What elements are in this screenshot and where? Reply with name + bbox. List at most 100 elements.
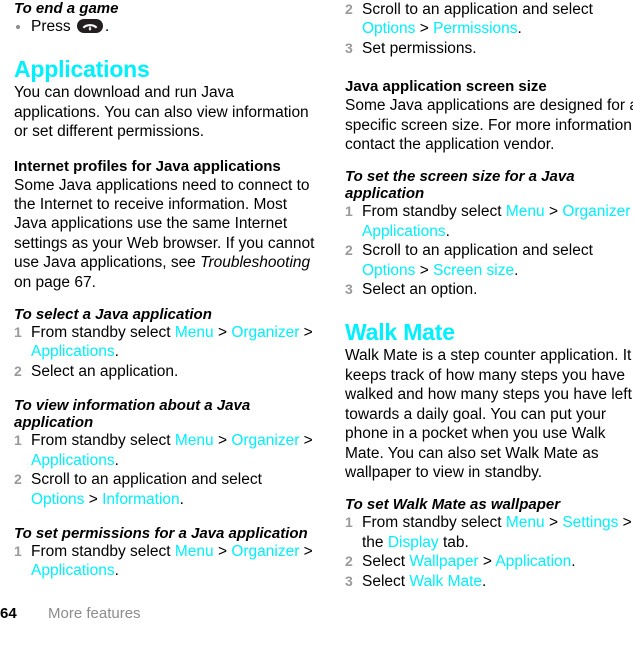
step-text-pre: From standby select [362,203,506,221]
list-item: Select an option. [345,280,633,300]
heading-to-view-information-about-a-java-application: To view information about a Java applica… [14,397,251,432]
list-item: From standby select Menu > Organizer > A… [14,542,317,581]
step-text-pre: Scroll to an application and select [362,242,593,260]
menu-path-item[interactable]: Walk Mate [409,573,482,590]
menu-path-item[interactable]: Applications [31,452,115,469]
path-separator: > [299,542,313,560]
step-text-post: . [482,572,487,590]
step-text-post: . [114,562,119,580]
step-text-pre: From standby select [31,324,175,342]
step-text-pre: Select an option. [362,281,478,299]
list-item: From standby select Menu > Organizer > A… [14,431,317,470]
path-separator: > [415,20,434,38]
menu-path-item[interactable]: Applications [362,223,446,240]
steps-set-java-permissions: From standby select Menu > Organizer > A… [14,542,317,581]
menu-path-item[interactable]: Options [362,20,415,37]
list-item: Press . [14,17,317,36]
menu-path-item[interactable]: Options [31,491,84,508]
path-separator: > [213,432,232,450]
list-item: From standby select Menu > Settings > th… [345,513,633,552]
end-game-bullet-list: Press . [14,17,317,36]
step-text-post: . [517,20,522,38]
path-separator: > [213,542,232,560]
list-item: From standby select Menu > Organizer > A… [14,323,317,362]
menu-path-item[interactable]: Menu [175,432,214,449]
step-text-pre: Select an application. [31,362,179,380]
walk-mate-intro-paragraph: Walk Mate is a step counter application.… [345,347,632,481]
menu-path-item[interactable]: Settings [562,514,618,531]
cross-reference-troubleshooting: Troubleshooting [200,254,311,272]
list-item: Scroll to an application and select Opti… [345,0,633,39]
path-separator: > [415,261,434,279]
heading-to-select-a-java-application: To select a Java application [14,306,212,324]
step-text-post: . [445,222,450,240]
list-item: Select Wallpaper > Application. [345,552,633,572]
menu-path-item[interactable]: Organizer [231,432,299,449]
list-item: From standby select Menu > Organizer > A… [345,202,633,241]
step-text-pre: From standby select [362,514,506,532]
menu-path-item[interactable]: Organizer [231,543,299,560]
menu-path-item[interactable]: Menu [506,514,545,531]
bullet-text-press: Press [31,18,71,35]
step-text-pre: Select [362,553,410,571]
path-separator: > [299,324,313,342]
path-separator: > [544,514,563,532]
list-item: Scroll to an application and select Opti… [345,241,633,280]
menu-path-item[interactable]: Menu [175,324,214,341]
heading-java-application-screen-size: Java application screen size [345,78,547,96]
steps-view-java-application-info: From standby select Menu > Organizer > A… [14,431,317,509]
step-text-post: . [114,451,119,469]
steps-select-java-application: From standby select Menu > Organizer > A… [14,323,317,382]
path-separator: > [299,432,313,450]
menu-path-item[interactable]: Wallpaper [409,553,478,570]
page-number: 64 [0,605,17,622]
step-text-post: tab. [438,533,469,551]
screen-size-paragraph: Some Java applications are designed for … [345,97,633,154]
step-text-post: . [114,343,119,361]
menu-path-item[interactable]: Display [388,534,439,551]
step-text-pre: From standby select [31,432,175,450]
right-column: Scroll to an application and select Opti… [345,0,633,591]
menu-path-item[interactable]: Screen size [433,262,514,279]
step-text-post: . [571,553,576,571]
manual-page: To end a game Press . Applications You c… [0,0,633,650]
list-item: Select Walk Mate. [345,572,633,592]
path-separator: > [544,203,563,221]
menu-path-item[interactable]: Permissions [433,20,517,37]
heading-to-end-a-game: To end a game [14,0,119,17]
page-footer: 64 More features [0,605,633,635]
menu-path-item[interactable]: Applications [31,562,115,579]
left-column: To end a game Press . Applications You c… [14,0,317,581]
list-item: Select an application. [14,362,317,382]
end-call-key-icon [76,19,103,33]
steps-set-screen-size: From standby select Menu > Organizer > A… [345,202,633,299]
steps-set-walk-mate-wallpaper: From standby select Menu > Settings > th… [345,513,633,591]
bullet-text-period: . [104,18,110,35]
step-text-pre: From standby select [31,542,175,560]
menu-path-item[interactable]: Menu [506,203,545,220]
heading-to-set-walk-mate-as-wallpaper: To set Walk Mate as wallpaper [345,496,561,514]
applications-intro-paragraph: You can download and run Java applicatio… [14,84,309,141]
heading-to-set-permissions-for-a-java-application: To set permissions for a Java applicatio… [14,524,308,542]
menu-path-item[interactable]: Organizer [562,203,630,220]
step-text-post: . [179,490,184,508]
step-text-pre: Set permissions. [362,39,477,57]
internet-profiles-paragraph: Some Java applications need to connect t… [14,176,317,292]
paragraph-text-part2: on page 67. [14,273,96,291]
heading-walk-mate: Walk Mate [345,319,455,346]
step-text-pre: Scroll to an application and select [362,1,593,18]
step-text-pre: Select [362,572,410,590]
list-item: Scroll to an application and select Opti… [14,470,317,509]
step-text-pre: Scroll to an application and select [31,471,262,489]
footer-section-title: More features [48,605,141,622]
path-separator: > [213,324,232,342]
menu-path-item[interactable]: Organizer [231,324,299,341]
menu-path-item[interactable]: Information [102,491,180,508]
menu-path-item[interactable]: Options [362,262,415,279]
path-separator: > [478,553,496,571]
list-item: Set permissions. [345,39,633,59]
menu-path-item[interactable]: Menu [175,543,214,560]
heading-to-set-the-screen-size-for-a-java-application: To set the screen size for a Java applic… [345,168,575,203]
menu-path-item[interactable]: Application [495,553,571,570]
menu-path-item[interactable]: Applications [31,343,115,360]
